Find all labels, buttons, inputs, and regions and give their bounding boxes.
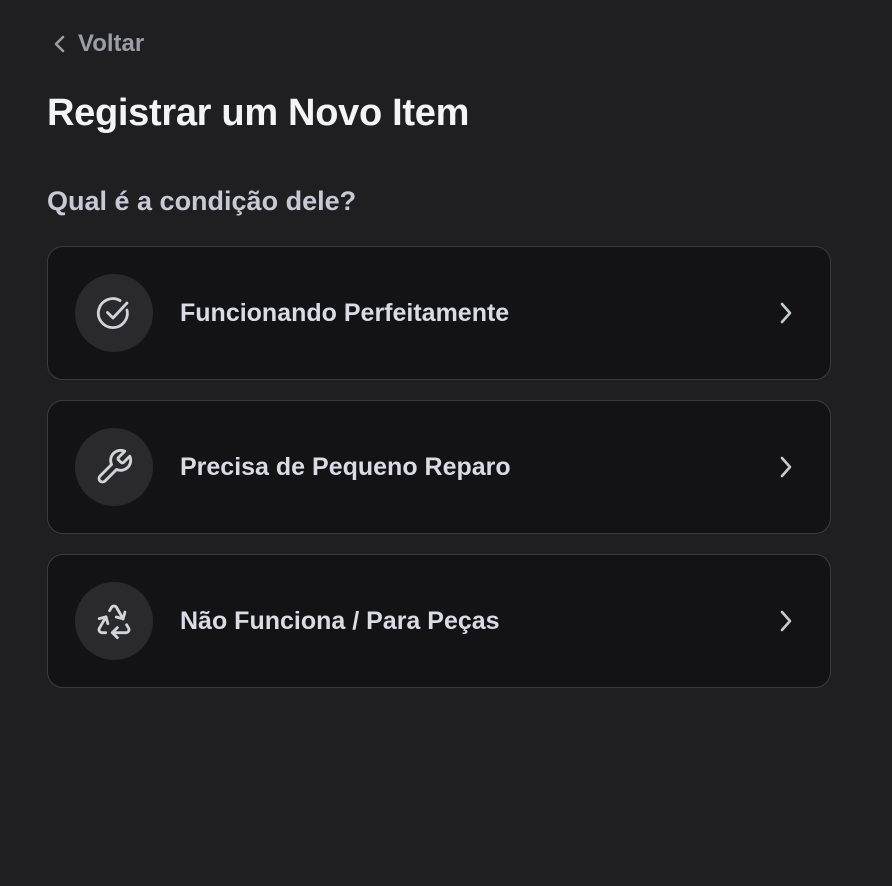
option-icon-container <box>75 274 153 352</box>
option-working-perfectly[interactable]: Funcionando Perfeitamente <box>47 246 831 380</box>
chevron-right-icon <box>780 610 792 632</box>
recycle-icon <box>97 604 131 640</box>
chevron-right-icon <box>780 456 792 478</box>
back-button[interactable]: Voltar <box>53 28 144 60</box>
option-label: Precisa de Pequeno Reparo <box>180 452 511 481</box>
back-label: Voltar <box>78 30 145 57</box>
option-label: Não Funciona / Para Peças <box>180 606 500 635</box>
condition-question: Qual é a condição dele? <box>47 186 357 216</box>
chevron-right-icon <box>780 302 792 324</box>
page-title: Registrar um Novo Item <box>47 92 470 134</box>
chevron-left-icon <box>54 35 65 53</box>
condition-options: Funcionando Perfeitamente Precisa de Peq… <box>47 246 831 708</box>
option-label: Funcionando Perfeitamente <box>180 298 510 327</box>
register-item-page: Voltar Registrar um Novo Item Qual é a c… <box>0 0 892 886</box>
check-circle-icon <box>96 297 129 329</box>
option-not-working-for-parts[interactable]: Não Funciona / Para Peças <box>47 554 831 688</box>
wrench-icon <box>97 448 133 484</box>
option-icon-container <box>75 428 153 506</box>
option-icon-container <box>75 582 153 660</box>
option-needs-small-repair[interactable]: Precisa de Pequeno Reparo <box>47 400 831 534</box>
